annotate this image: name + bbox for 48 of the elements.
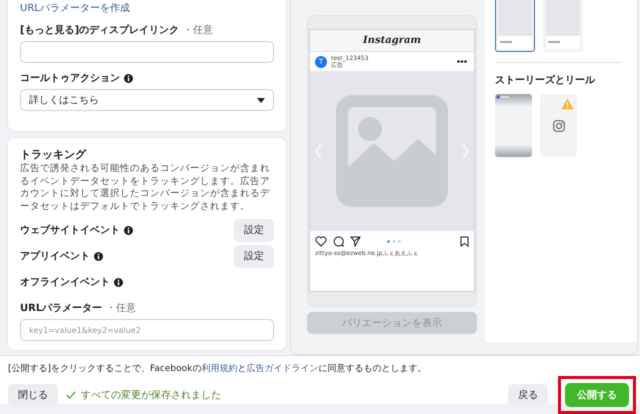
terms-notice: [公開する]をクリックすることで、Facebookの利用規約 と 広告ガイドラインに同意するものとします。 bbox=[8, 362, 428, 375]
field-label: URLパラメーター bbox=[20, 302, 102, 315]
close-button[interactable]: 閉じる bbox=[8, 384, 58, 406]
feed-preview-drawing bbox=[498, 0, 532, 49]
story-preview-drawing bbox=[495, 94, 532, 157]
info-icon bbox=[124, 74, 133, 82]
feed-preview-drawing bbox=[546, 0, 580, 49]
section-description: 広告で誘発される可能性のあるコンバージョンが含まれるイベントデータセットをトラッキングします。広告アカウントに対して選択したコンバージョンが含まれるデータセットはデフォルトでトラッキングされます。 bbox=[20, 163, 271, 213]
send-icon bbox=[350, 236, 361, 247]
app-logo: Instagram bbox=[310, 30, 474, 52]
info-icon bbox=[124, 226, 133, 234]
terms-link[interactable]: 利用規約 bbox=[201, 364, 238, 374]
setup-button[interactable]: 設定 bbox=[234, 244, 274, 268]
warning-icon bbox=[561, 98, 574, 110]
field-label: コールトゥアクション bbox=[20, 72, 120, 85]
image-placeholder-icon bbox=[336, 95, 448, 207]
more-icon bbox=[457, 60, 467, 63]
heart-icon bbox=[315, 236, 327, 247]
check-icon bbox=[66, 390, 76, 398]
field-label: [もっと見る]のディスプレイリンク bbox=[20, 23, 180, 37]
section-title: トラッキング bbox=[20, 147, 88, 162]
setup-button[interactable]: 設定 bbox=[234, 218, 274, 242]
story-placement-thumbnail[interactable] bbox=[540, 94, 577, 157]
display-link-field[interactable] bbox=[20, 41, 274, 63]
section-heading: ストーリーズとリール bbox=[495, 74, 596, 87]
optional-label: ・任意 bbox=[106, 302, 136, 315]
guidelines-link[interactable]: 広告ガイドライン bbox=[246, 364, 318, 374]
bookmark-icon bbox=[460, 236, 469, 247]
optional-label: ・任意 bbox=[183, 24, 214, 37]
chevron-left-icon bbox=[315, 143, 322, 159]
create-url-parameters-link[interactable]: URLパラメーターを作成 bbox=[20, 1, 130, 15]
comment-icon bbox=[333, 236, 344, 247]
url-parameters-field[interactable]: key1=value1&key2=value2 bbox=[20, 319, 274, 341]
saved-status: すべての変更が保存されました bbox=[81, 388, 221, 402]
feed-placement-thumbnail[interactable] bbox=[495, 0, 535, 52]
feed-placement-thumbnail[interactable] bbox=[543, 0, 583, 52]
page-dots-icon bbox=[387, 240, 401, 243]
story-placement-thumbnail[interactable] bbox=[495, 94, 532, 157]
event-label: オフラインイベント bbox=[20, 276, 110, 289]
caret-icon bbox=[257, 98, 265, 102]
info-icon bbox=[94, 252, 103, 260]
event-label: ウェブサイトイベント bbox=[20, 224, 120, 237]
back-button[interactable]: 戻る bbox=[508, 384, 548, 406]
info-icon bbox=[114, 278, 123, 286]
event-label: アプリイベント bbox=[20, 249, 90, 263]
chevron-right-icon bbox=[462, 143, 469, 159]
instagram-icon bbox=[552, 120, 564, 132]
call-to-action-dropdown[interactable]: 詳しくはこちら bbox=[20, 89, 274, 111]
